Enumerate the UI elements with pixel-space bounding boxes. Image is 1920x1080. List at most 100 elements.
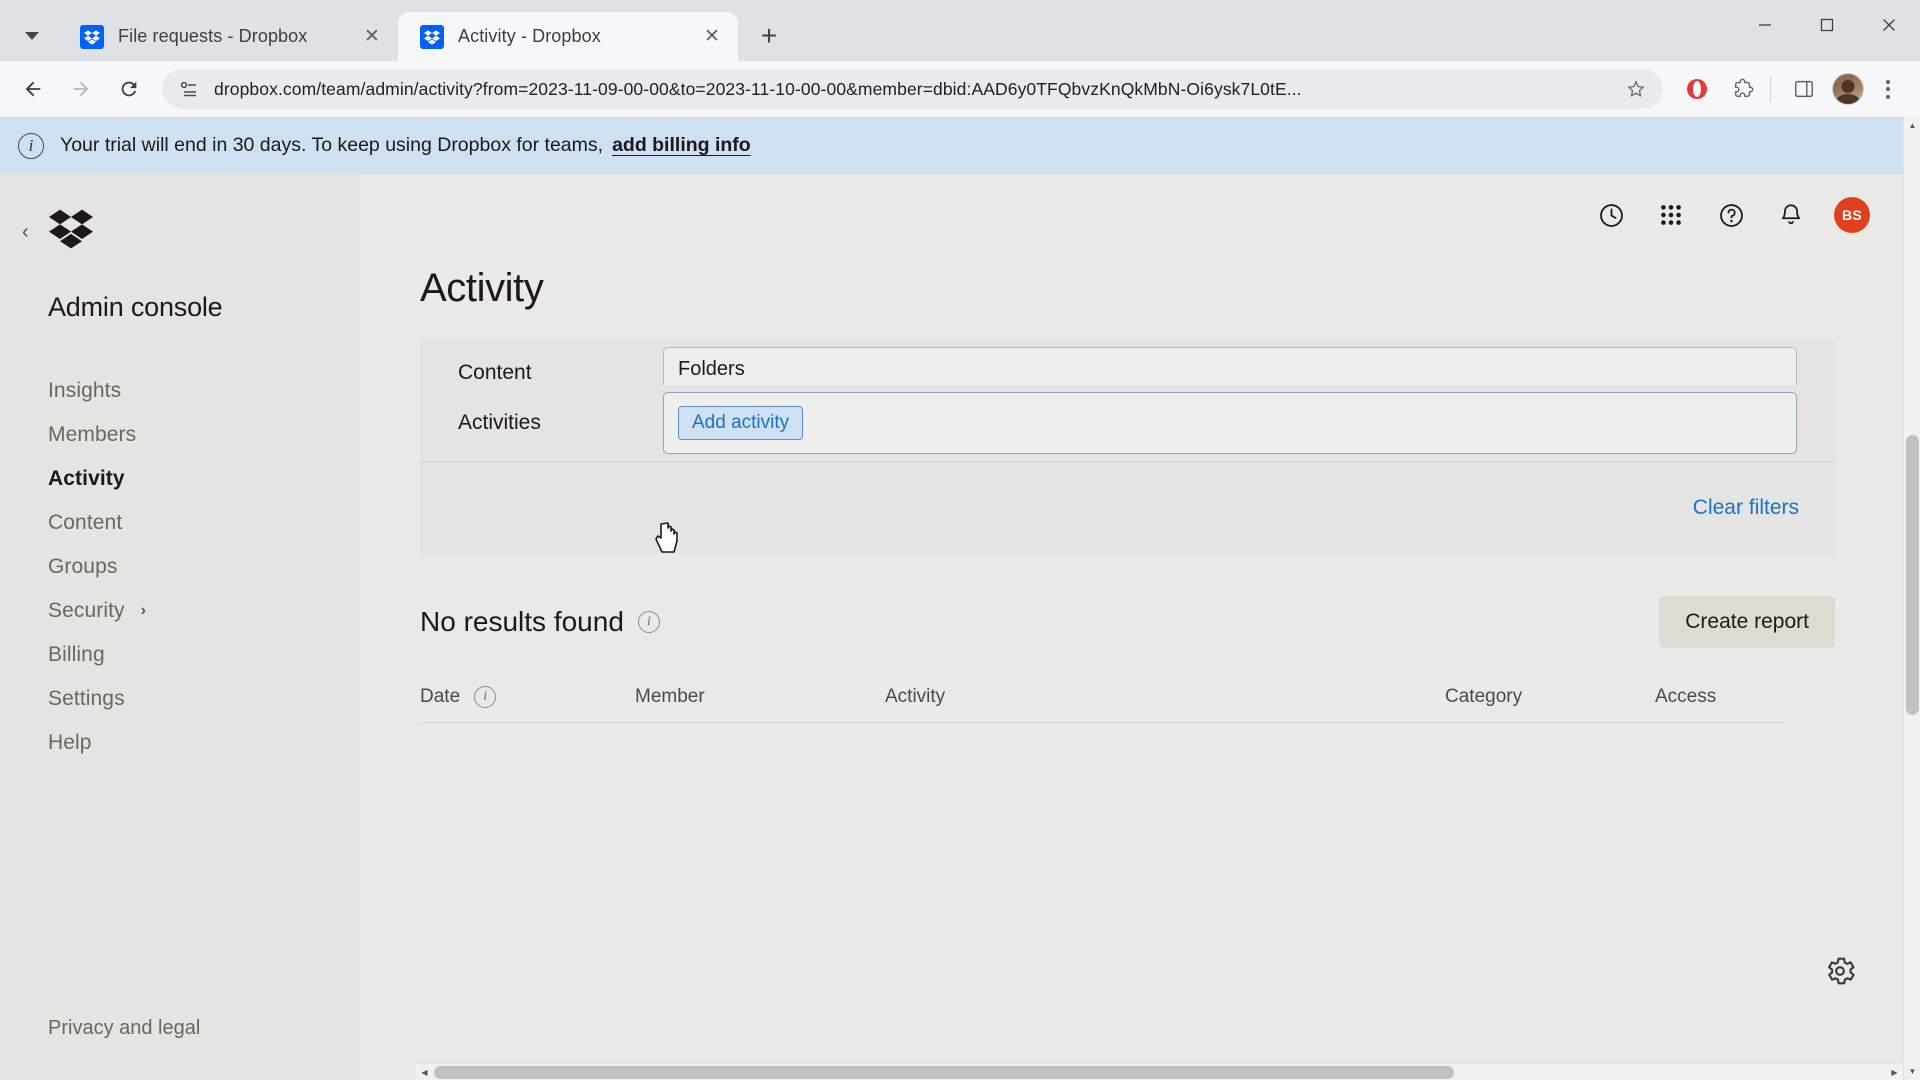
column-label: Member: [635, 686, 705, 707]
sidebar-item-activity[interactable]: Activity: [48, 457, 360, 501]
sidebar-item-insights[interactable]: Insights: [48, 369, 360, 413]
star-icon[interactable]: [1623, 79, 1649, 99]
filter-actions: Clear filters: [420, 462, 1835, 554]
tab-strip: File requests - Dropbox ✕ Activity - Dro…: [0, 0, 1920, 61]
info-icon[interactable]: i: [637, 611, 660, 633]
sidebar-item-billing[interactable]: Billing: [48, 633, 360, 677]
sidebar-item-label: Groups: [48, 555, 118, 578]
filter-label-content: Content: [458, 361, 532, 384]
reload-icon[interactable]: [108, 68, 150, 110]
results-table-header: Date i Member Activity Category Access: [420, 686, 1785, 723]
column-header-date[interactable]: Date i: [420, 686, 635, 708]
bell-notification-icon[interactable]: [1774, 198, 1808, 232]
sidebar-item-label: Security: [48, 599, 125, 622]
profile-avatar[interactable]: [1832, 73, 1864, 105]
close-window-button[interactable]: [1858, 0, 1920, 50]
tab-title: Activity - Dropbox: [458, 26, 601, 46]
add-activity-chip[interactable]: Add activity: [678, 406, 804, 440]
minimize-button[interactable]: [1734, 0, 1796, 50]
column-label: Activity: [885, 686, 946, 707]
extensions-icon[interactable]: [1723, 69, 1763, 109]
column-label: Date: [420, 686, 461, 707]
grid-apps-icon[interactable]: [1654, 198, 1688, 232]
page-title: Admin console: [48, 292, 223, 322]
sidebar-item-label: Billing: [48, 643, 105, 666]
sidebar-item-groups[interactable]: Groups: [48, 545, 360, 589]
sidebar-item-members[interactable]: Members: [48, 413, 360, 457]
filter-row-activities: Activities Add activity: [420, 385, 1835, 461]
page-content: i Your trial will end in 30 days. To kee…: [0, 117, 1920, 1080]
scroll-right-arrow-icon[interactable]: ▶: [1886, 1064, 1903, 1080]
vertical-scroll-thumb[interactable]: [1906, 435, 1919, 715]
column-header-activity[interactable]: Activity: [885, 686, 1445, 708]
dropbox-logo[interactable]: [48, 174, 360, 250]
vertical-scrollbar[interactable]: ▲ ▼: [1903, 117, 1920, 1080]
column-label: Access: [1655, 686, 1717, 707]
browser-tab-1[interactable]: File requests - Dropbox ✕: [58, 12, 398, 61]
clock-history-icon[interactable]: [1594, 198, 1628, 232]
privacy-and-legal-link[interactable]: Privacy and legal: [48, 1017, 200, 1040]
dropbox-icon: [420, 24, 444, 49]
toolbar-divider: [1770, 76, 1771, 102]
sidebar-item-settings[interactable]: Settings: [48, 677, 360, 721]
horizontal-scroll-thumb[interactable]: [434, 1066, 1454, 1079]
sidebar-item-label: Members: [48, 423, 137, 446]
tab-close-icon[interactable]: ✕: [696, 21, 728, 53]
chevron-right-icon: ›: [140, 602, 147, 619]
clear-filters-link[interactable]: Clear filters: [1693, 496, 1799, 520]
info-icon[interactable]: i: [474, 686, 497, 708]
opera-extension-icon[interactable]: [1677, 69, 1717, 109]
page-info-icon[interactable]: [178, 78, 200, 100]
sidebar: ‹ Admin console Insights Members Activit…: [0, 174, 360, 1080]
column-header-member[interactable]: Member: [635, 686, 885, 708]
dropbox-icon: [80, 24, 104, 49]
sidebar-item-security[interactable]: Security ›: [48, 589, 360, 633]
sidebar-item-label: Help: [48, 731, 92, 754]
sidebar-nav: Insights Members Activity Content Groups: [48, 369, 360, 765]
url-text: dropbox.com/team/admin/activity?from=202…: [214, 78, 1302, 99]
activities-filter-field[interactable]: Add activity: [663, 392, 1797, 454]
new-tab-button[interactable]: +: [748, 15, 790, 57]
horizontal-scrollbar[interactable]: ◀ ▶: [416, 1063, 1903, 1080]
forward-arrow-icon[interactable]: [60, 68, 102, 110]
avatar[interactable]: BS: [1834, 197, 1870, 233]
trial-banner-text: Your trial will end in 30 days. To keep …: [60, 134, 604, 156]
results-header-row: No results found i Create report: [420, 596, 1835, 648]
filter-label-activities: Activities: [458, 411, 541, 434]
side-panel-icon[interactable]: [1784, 69, 1824, 109]
sidebar-item-content[interactable]: Content: [48, 501, 360, 545]
chevron-down-icon: [25, 32, 39, 40]
sidebar-item-help[interactable]: Help: [48, 721, 360, 765]
maximize-button[interactable]: [1796, 0, 1858, 50]
tab-search-button[interactable]: [6, 15, 58, 57]
sidebar-item-label: Settings: [48, 687, 125, 710]
column-header-access[interactable]: Access: [1655, 686, 1785, 708]
page-heading: Activity: [420, 266, 544, 310]
tab-close-icon[interactable]: ✕: [356, 21, 388, 53]
back-arrow-icon[interactable]: [12, 68, 54, 110]
column-label: Category: [1445, 686, 1523, 707]
sidebar-item-label: Insights: [48, 379, 122, 402]
main-content: BS Activity Content Folders Activities A…: [360, 174, 1920, 1080]
scroll-left-arrow-icon[interactable]: ◀: [416, 1064, 433, 1080]
add-billing-info-link[interactable]: add billing info: [612, 134, 751, 157]
create-report-button[interactable]: Create report: [1659, 596, 1835, 648]
info-icon: i: [18, 132, 44, 159]
top-bar: BS: [360, 174, 1920, 256]
app-body: ‹ Admin console Insights Members Activit…: [0, 174, 1920, 1080]
browser-toolbar: dropbox.com/team/admin/activity?from=202…: [0, 61, 1920, 117]
gear-icon[interactable]: [1823, 954, 1857, 988]
browser-tab-2[interactable]: Activity - Dropbox ✕: [398, 12, 738, 61]
chevron-left-icon[interactable]: ‹: [22, 222, 29, 242]
column-header-category[interactable]: Category: [1445, 686, 1655, 708]
sidebar-item-label: Activity: [48, 467, 125, 490]
address-bar[interactable]: dropbox.com/team/admin/activity?from=202…: [162, 69, 1663, 109]
scroll-up-arrow-icon[interactable]: ▲: [1904, 117, 1920, 134]
content-filter-field[interactable]: Folders: [663, 347, 1797, 385]
help-circle-icon[interactable]: [1714, 198, 1748, 232]
filter-card: Content Folders Activities Add activity: [420, 339, 1835, 554]
results-heading: No results found: [420, 606, 624, 637]
scroll-down-arrow-icon[interactable]: ▼: [1904, 1063, 1920, 1080]
three-dot-menu-icon[interactable]: [1868, 68, 1908, 110]
filter-row-content: Content Folders: [420, 339, 1835, 385]
